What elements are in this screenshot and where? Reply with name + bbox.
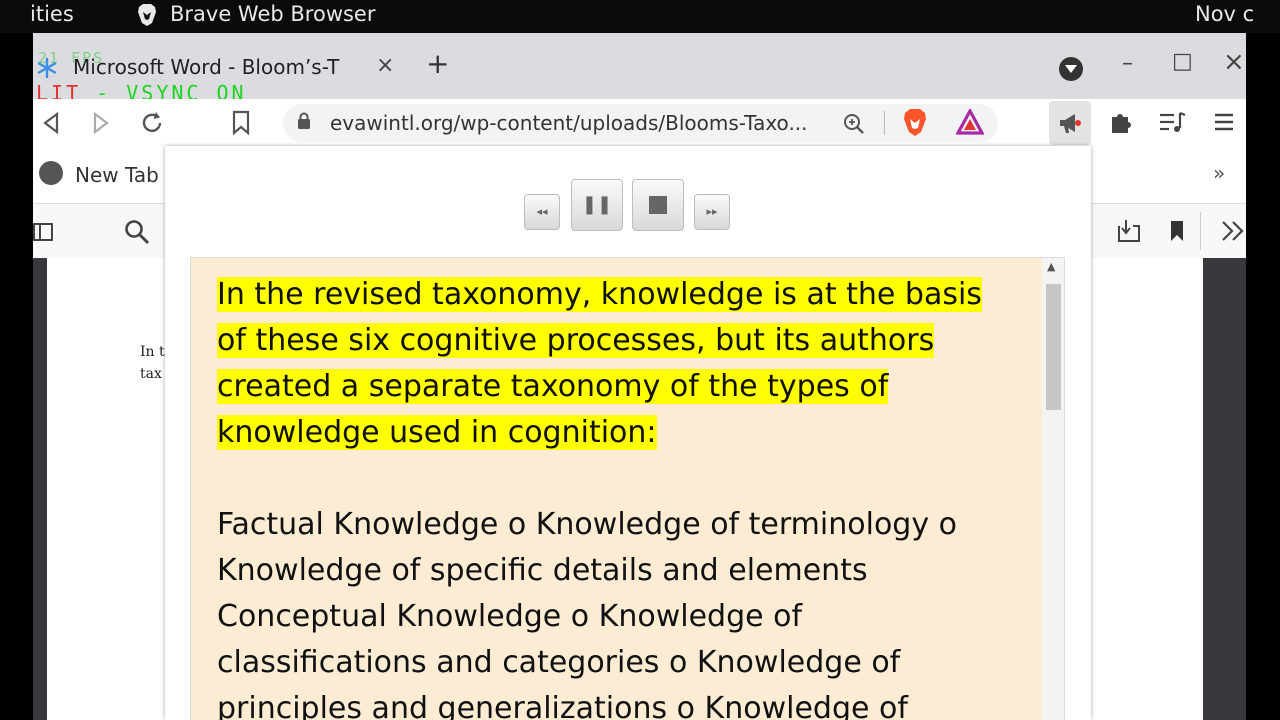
forward-button[interactable]: ▸▸: [694, 194, 730, 230]
globe-icon: [39, 161, 63, 185]
stop-button[interactable]: [632, 179, 684, 231]
desktop-edge: [1246, 33, 1280, 720]
reader-text: In the revised taxonomy, knowledge is at…: [217, 272, 1017, 720]
tab-search-dropdown-icon[interactable]: [1059, 57, 1083, 81]
highlighted-sentence: In the revised taxonomy, knowledge is at…: [217, 277, 982, 450]
back-icon[interactable]: [41, 111, 61, 135]
brave-lion-icon: [138, 4, 156, 26]
pause-icon: ❚❚: [581, 194, 613, 215]
clock[interactable]: Nov c: [1195, 2, 1254, 26]
rewind-icon: ◂◂: [536, 205, 548, 218]
close-window-button[interactable]: ×: [1223, 47, 1245, 77]
stop-icon: [649, 196, 667, 214]
forward-icon[interactable]: [91, 111, 111, 135]
pause-button[interactable]: ❚❚: [571, 179, 623, 231]
menu-icon[interactable]: [1213, 111, 1235, 133]
omnibox-separator: [884, 111, 885, 135]
megaphone-icon: [1060, 114, 1081, 133]
pdfbar-separator: [1200, 212, 1201, 250]
minimize-button[interactable]: –: [1122, 51, 1133, 76]
bookmark-page-icon[interactable]: [231, 110, 251, 136]
rewind-button[interactable]: ◂◂: [524, 194, 560, 230]
fps-overlay: 21 FPS: [38, 49, 105, 67]
pdf-bookmark-icon[interactable]: [1169, 219, 1185, 243]
tab-close-icon[interactable]: ×: [376, 53, 394, 78]
tab-strip: Microsoft Word - Bloom’s-T × + 21 FPS LI…: [33, 33, 1246, 105]
reader-scrollbar[interactable]: ▲: [1042, 258, 1064, 720]
browser-toolbar: evawintl.org/wp-content/uploads/Blooms-T…: [33, 99, 1246, 147]
address-bar[interactable]: evawintl.org/wp-content/uploads/Blooms-T…: [283, 104, 998, 142]
brave-shields-icon[interactable]: [902, 108, 928, 138]
url-text[interactable]: evawintl.org/wp-content/uploads/Blooms-T…: [330, 111, 808, 135]
focused-app-name[interactable]: Brave Web Browser: [170, 2, 376, 26]
tab-title: Microsoft Word - Bloom’s-T: [73, 55, 340, 79]
system-top-bar: ities Brave Web Browser Nov c: [0, 0, 1280, 33]
scroll-up-arrow-icon[interactable]: ▲: [1047, 260, 1055, 273]
lock-icon[interactable]: [297, 112, 311, 130]
bookmarks-overflow-button[interactable]: »: [1213, 161, 1225, 185]
reader-text-panel[interactable]: In the revised taxonomy, knowledge is at…: [190, 257, 1065, 720]
extensions-puzzle-icon[interactable]: [1109, 109, 1135, 135]
brave-rewards-icon[interactable]: [956, 109, 984, 135]
reader-body-text: Factual Knowledge o Knowledge of termino…: [217, 507, 957, 720]
forward-icon: ▸▸: [706, 205, 718, 218]
media-playlist-icon[interactable]: [1158, 111, 1186, 133]
tools-overflow-icon[interactable]: [1221, 220, 1245, 242]
activities-button[interactable]: ities: [30, 2, 74, 26]
maximize-button[interactable]: □: [1172, 49, 1193, 74]
download-icon[interactable]: [1116, 218, 1142, 244]
sidebar-toggle-icon[interactable]: [33, 222, 53, 242]
pdf-search-icon[interactable]: [123, 218, 151, 246]
scrollbar-thumb[interactable]: [1046, 284, 1061, 410]
new-tab-button[interactable]: +: [426, 47, 449, 80]
zoom-icon[interactable]: [842, 112, 866, 136]
read-aloud-popup: ◂◂ ❚❚ ▸▸ In the revised taxonomy, knowle…: [165, 146, 1091, 720]
pdf-text-line: In t: [140, 344, 165, 360]
read-aloud-extension-button[interactable]: [1049, 101, 1091, 145]
pdf-text-line: tax: [140, 366, 162, 382]
browser-window: Microsoft Word - Bloom’s-T × + 21 FPS LI…: [33, 33, 1246, 720]
reload-icon[interactable]: [139, 110, 165, 136]
bookmark-new-tab[interactable]: New Tab: [75, 163, 159, 187]
